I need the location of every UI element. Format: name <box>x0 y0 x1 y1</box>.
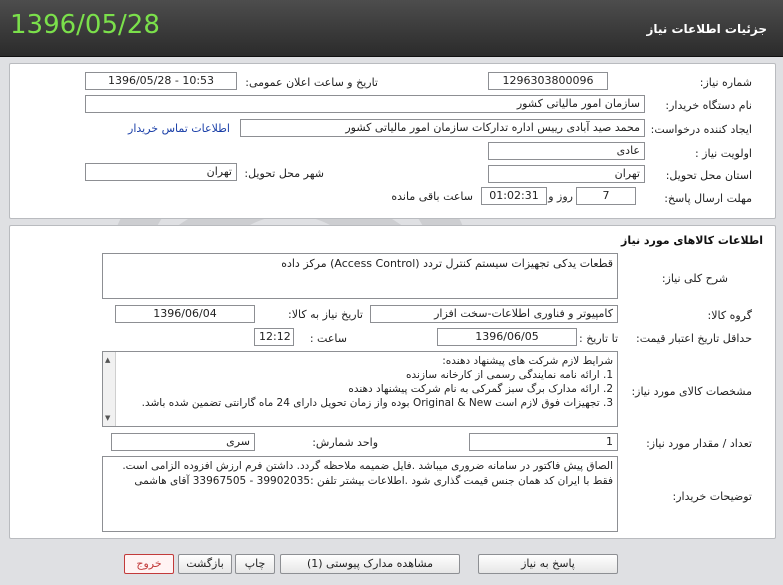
deadline-label: مهلت ارسال پاسخ: <box>664 192 752 205</box>
notes-label: توضیحات خریدار: <box>672 490 753 503</box>
validity-time-field: 12:12 <box>254 328 294 346</box>
contact-buyer-link[interactable]: اطلاعات تماس خریدار <box>127 122 231 135</box>
province-label: استان محل تحویل: <box>665 169 752 182</box>
print-button[interactable]: چاپ <box>235 554 275 574</box>
announce-label: تاریخ و ساعت اعلان عمومی: <box>245 76 378 89</box>
unit-label: واحد شمارش: <box>312 436 378 449</box>
city-field: تهران <box>85 163 237 181</box>
specs-textarea: ▲ ▼ شرایط لازم شرکت های پیشنهاد دهنده: 1.… <box>102 351 618 427</box>
specs-line-1: شرایط لازم شرکت های پیشنهاد دهنده: <box>442 355 613 367</box>
validity-label: حداقل تاریخ اعتبار قیمت: <box>636 332 752 345</box>
header-bar: 1396/05/28 جزئیات اطلاعات نیاز <box>0 0 783 57</box>
need-number-label: شماره نیاز: <box>699 76 752 89</box>
province-field: تهران <box>488 165 645 183</box>
specs-line-4: 3. تجهیزات فوق لازم است Original & New ب… <box>141 397 613 409</box>
buyer-org-label: نام دستگاه خریدار: <box>665 99 752 112</box>
creator-label: ایجاد کننده درخواست: <box>650 123 752 136</box>
buyer-org-field: سازمان امور مالیاتی کشور <box>85 95 645 113</box>
desc-textarea: قطعات یدکی تجهیزات سیستم کنترل تردد (Acc… <box>102 253 618 299</box>
specs-line-3: 2. ارائه مدارک برگ سبز گمرکی به نام شرکت… <box>348 383 613 395</box>
deadline-time-field: 01:02:31 <box>481 187 547 205</box>
exit-button[interactable]: خروج <box>124 554 174 574</box>
goods-section-title: اطلاعات کالاهای مورد نیاز <box>621 234 763 247</box>
until-label: تا تاریخ : <box>579 332 618 345</box>
attachments-button[interactable]: مشاهده مدارک پیوستی (1) <box>280 554 460 574</box>
reply-button[interactable]: پاسخ به نیاز <box>478 554 618 574</box>
remaining-word: ساعت باقی مانده <box>391 190 473 203</box>
back-button[interactable]: بازگشت <box>178 554 232 574</box>
specs-line-2: 1. ارائه نامه نمایندگی رسمی از کارخانه س… <box>406 369 613 381</box>
page-title: جزئیات اطلاعات نیاز <box>646 22 767 36</box>
notes-textarea: الصاق پیش فاکتور در سامانه ضروری میباشد … <box>102 456 618 532</box>
specs-label: مشخصات کالای مورد نیاز: <box>631 385 752 398</box>
days-word: روز و <box>548 190 573 203</box>
deadline-days-field: 7 <box>576 187 636 205</box>
creator-field: محمد صید آبادی رییس اداره تدارکات سازمان… <box>240 119 645 137</box>
desc-label: شرح کلی نیاز: <box>661 272 728 285</box>
unit-field: سری <box>111 433 255 451</box>
priority-field: عادی <box>488 142 645 160</box>
need-date-field: 1396/06/04 <box>115 305 255 323</box>
city-label: شهر محل تحویل: <box>244 167 324 180</box>
announce-field: 1396/05/28 - 10:53 <box>85 72 237 90</box>
group-field: کامپیوتر و فناوری اطلاعات-سخت افزار <box>370 305 618 323</box>
header-date: 1396/05/28 <box>10 10 160 40</box>
priority-label: اولویت نیاز : <box>694 147 752 160</box>
hour-label: ساعت : <box>309 332 347 345</box>
need-number-field: 1296303800096 <box>488 72 608 90</box>
group-label: گروه کالا: <box>707 309 752 322</box>
specs-scrollbar[interactable]: ▲ ▼ <box>103 352 116 426</box>
validity-date-field: 1396/06/05 <box>437 328 577 346</box>
need-date-label: تاریخ نیاز به کالا: <box>288 308 363 321</box>
qty-field: 1 <box>469 433 618 451</box>
qty-label: تعداد / مقدار مورد نیاز: <box>646 437 752 450</box>
